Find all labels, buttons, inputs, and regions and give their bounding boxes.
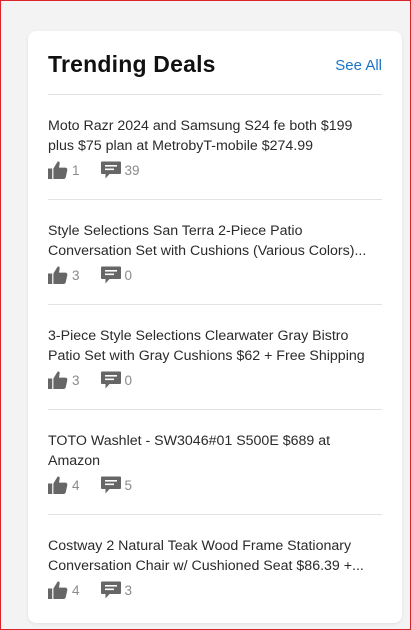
comment-count: 0 [124, 267, 133, 283]
like-button[interactable]: 4 [48, 581, 80, 599]
comment-count: 39 [124, 162, 140, 178]
comment-icon [100, 266, 121, 284]
comment-icon [100, 476, 121, 494]
thumbs-up-icon [48, 266, 68, 284]
comment-icon [100, 581, 121, 599]
like-count: 4 [72, 477, 80, 493]
like-count: 4 [72, 582, 80, 598]
comment-icon [100, 161, 121, 179]
card-header: Trending Deals See All [48, 31, 382, 95]
like-button[interactable]: 3 [48, 371, 80, 389]
deal-item: Moto Razr 2024 and Samsung S24 fe both $… [48, 95, 382, 200]
comment-count: 3 [124, 582, 133, 598]
deal-item: Costway 2 Natural Teak Wood Frame Statio… [48, 515, 382, 620]
comment-button[interactable]: 3 [100, 581, 133, 599]
deal-stats: 3 0 [48, 369, 382, 391]
deal-stats: 4 5 [48, 474, 382, 496]
comment-button[interactable]: 5 [100, 476, 133, 494]
deal-title-link[interactable]: Style Selections San Terra 2-Piece Patio… [48, 221, 382, 261]
like-button[interactable]: 3 [48, 266, 80, 284]
like-button[interactable]: 4 [48, 476, 80, 494]
trending-deals-card: Trending Deals See All Moto Razr 2024 an… [28, 31, 402, 623]
see-all-link[interactable]: See All [335, 57, 382, 74]
like-count: 3 [72, 372, 80, 388]
like-count: 1 [72, 162, 80, 178]
comment-button[interactable]: 0 [100, 371, 133, 389]
deal-stats: 4 3 [48, 579, 382, 601]
thumbs-up-icon [48, 476, 68, 494]
deal-title-link[interactable]: Moto Razr 2024 and Samsung S24 fe both $… [48, 116, 382, 156]
deal-item: Style Selections San Terra 2-Piece Patio… [48, 200, 382, 305]
deal-stats: 3 0 [48, 264, 382, 286]
deal-stats: 1 39 [48, 159, 382, 181]
like-count: 3 [72, 267, 80, 283]
like-button[interactable]: 1 [48, 161, 80, 179]
comment-count: 0 [124, 372, 133, 388]
deal-title-link[interactable]: 3-Piece Style Selections Clearwater Gray… [48, 326, 382, 366]
comment-count: 5 [124, 477, 133, 493]
thumbs-up-icon [48, 581, 68, 599]
comment-button[interactable]: 39 [100, 161, 140, 179]
thumbs-up-icon [48, 161, 68, 179]
thumbs-up-icon [48, 371, 68, 389]
deal-title-link[interactable]: Costway 2 Natural Teak Wood Frame Statio… [48, 536, 382, 576]
deal-item: TOTO Washlet - SW3046#01 S500E $689 at A… [48, 410, 382, 515]
deal-item: 3-Piece Style Selections Clearwater Gray… [48, 305, 382, 410]
comment-icon [100, 371, 121, 389]
comment-button[interactable]: 0 [100, 266, 133, 284]
deal-title-link[interactable]: TOTO Washlet - SW3046#01 S500E $689 at A… [48, 431, 382, 471]
card-title: Trending Deals [48, 51, 216, 77]
